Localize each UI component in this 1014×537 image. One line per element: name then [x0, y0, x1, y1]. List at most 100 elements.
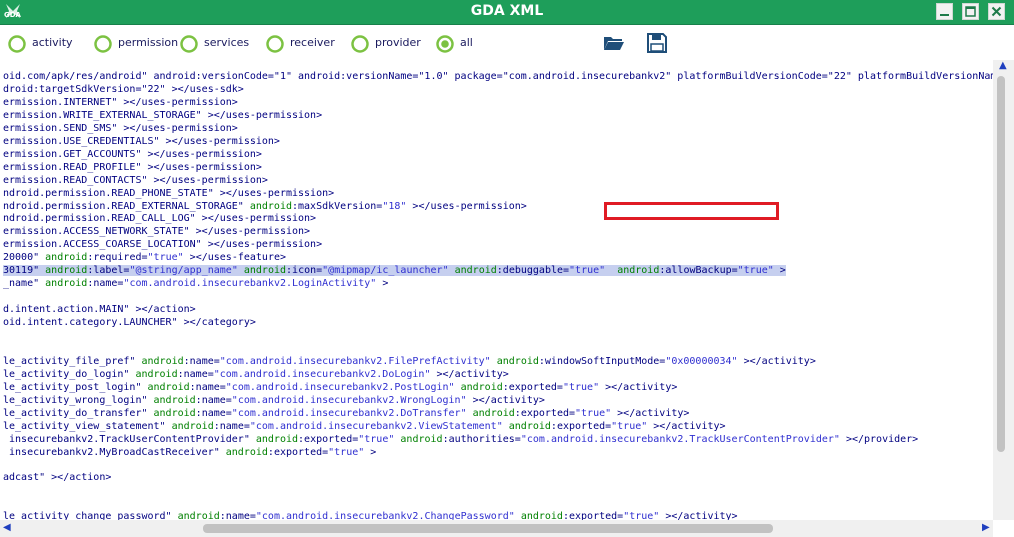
xml-token: :exported= — [550, 420, 612, 432]
maximize-button[interactable] — [962, 3, 979, 20]
filter-radio-permission[interactable]: permission — [94, 35, 180, 53]
xml-line: _name" android:name="com.android.insecur… — [3, 277, 388, 290]
xml-token: android — [225, 446, 268, 458]
floppy-save-icon[interactable] — [646, 33, 668, 53]
xml-line: ermission.ACCESS_NETWORK_STATE" ></uses-… — [3, 225, 310, 238]
minimize-button[interactable] — [936, 3, 953, 20]
horizontal-scrollbar[interactable]: ◀ ▶ — [0, 520, 993, 537]
xml-token: insecurebankv2.MyBroadCastReceiver" — [3, 446, 226, 458]
filter-radio-receiver[interactable]: receiver — [266, 35, 344, 53]
xml-token: :exported= — [502, 381, 563, 393]
xml-token: android — [135, 368, 178, 380]
filter-label: receiver — [290, 36, 335, 49]
scroll-left-arrow-icon[interactable]: ◀ — [3, 522, 11, 533]
filter-radio-all[interactable]: all — [436, 35, 486, 53]
xml-token — [605, 265, 618, 277]
xml-token: :icon= — [286, 265, 323, 277]
xml-token: "com.android.insecurebankv2.PostLogin" — [225, 381, 455, 393]
xml-token: ndroid.permission.READ_PHONE_STATE" ></u… — [3, 187, 335, 199]
xml-line: ermission.SEND_SMS" ></uses-permission> — [3, 122, 238, 135]
xml-token: android — [400, 433, 443, 445]
filter-label: provider — [375, 36, 421, 49]
xml-token: "@mipmap/ic_launcher" — [322, 265, 449, 277]
xml-token: :windowSoftInputMode= — [538, 355, 666, 367]
xml-token: android — [45, 278, 88, 290]
scroll-up-arrow-icon[interactable]: ▲ — [999, 60, 1007, 71]
title-bar: GDA GDA XML — [0, 0, 1014, 25]
xml-token: "@string/app_name" — [129, 265, 238, 277]
radio-icon — [8, 35, 26, 53]
xml-token: :name= — [177, 368, 214, 380]
xml-token: oid.intent.category.LAUNCHER" ></categor… — [3, 317, 256, 329]
xml-token: ></activity> — [647, 420, 726, 432]
xml-token: android — [249, 200, 292, 212]
xml-token: "18" — [382, 200, 407, 212]
filter-label: permission — [118, 36, 179, 49]
xml-line: oid.intent.category.LAUNCHER" ></categor… — [3, 316, 256, 329]
xml-line: le_activity_file_pref" android:name="com… — [3, 355, 816, 368]
xml-token: :maxSdkVersion= — [292, 200, 383, 212]
xml-token: "com.android.insecurebankv2.DoLogin" — [213, 368, 431, 380]
xml-token: le_activity_file_pref" — [3, 355, 142, 367]
xml-line: ermission.ACCESS_COARSE_LOCATION" ></use… — [3, 238, 322, 251]
xml-token: adcast" ></action> — [3, 472, 112, 484]
xml-token: 20000" — [3, 252, 46, 264]
xml-token: "true" — [623, 511, 660, 520]
xml-line: 20000" android:required="true" ></uses-f… — [3, 251, 286, 264]
xml-token: android — [153, 407, 196, 419]
radio-selected-icon — [436, 35, 454, 53]
xml-editor[interactable]: oid.com/apk/res/android" android:version… — [0, 60, 993, 520]
folder-open-icon[interactable] — [603, 33, 625, 53]
xml-token: ermission.WRITE_EXTERNAL_STORAGE" ></use… — [3, 109, 323, 121]
xml-token: :required= — [87, 252, 148, 264]
xml-line: le_activity_do_login" android:name="com.… — [3, 368, 509, 381]
xml-line: d.intent.action.MAIN" ></action> — [3, 303, 196, 316]
xml-token: "true" — [611, 420, 648, 432]
xml-line: oid.com/apk/res/android" android:version… — [3, 70, 993, 83]
xml-token — [237, 265, 244, 277]
xml-token: ermission.SEND_SMS" ></uses-permission> — [3, 122, 238, 134]
xml-token: android — [147, 381, 190, 393]
xml-token: oid.com/apk/res/android" android:version… — [3, 71, 993, 82]
xml-token: :name= — [87, 278, 124, 290]
xml-token: android — [520, 511, 563, 520]
xml-token: ermission.USE_CREDENTIALS" ></uses-permi… — [3, 135, 280, 147]
xml-token: "0x00000034" — [665, 355, 738, 367]
xml-token: ermission.READ_CONTACTS" ></uses-permiss… — [3, 174, 268, 186]
xml-line: le_activity_change_password" android:nam… — [3, 510, 738, 520]
window-title: GDA XML — [470, 3, 544, 19]
xml-line: ndroid.permission.READ_PHONE_STATE" ></u… — [3, 187, 334, 200]
xml-token — [448, 265, 455, 277]
radio-icon — [94, 35, 112, 53]
filter-radio-activity[interactable]: activity — [8, 35, 86, 53]
xml-token: android — [141, 355, 184, 367]
xml-token: ></activity> — [659, 511, 738, 520]
xml-line: le_activity_wrong_login" android:name="c… — [3, 394, 545, 407]
xml-line: insecurebankv2.MyBroadCastReceiver" andr… — [3, 446, 376, 459]
vertical-scroll-thumb[interactable] — [997, 76, 1005, 452]
xml-token: android — [454, 265, 497, 277]
filter-radio-services[interactable]: services — [180, 35, 260, 53]
minimize-icon — [940, 14, 949, 16]
xml-token: insecurebankv2.TrackUserContentProvider" — [3, 433, 256, 445]
filter-radio-provider[interactable]: provider — [351, 35, 431, 53]
xml-token: android — [460, 381, 503, 393]
xml-token: "true" — [737, 265, 774, 277]
xml-line: ndroid.permission.READ_EXTERNAL_STORAGE"… — [3, 200, 527, 213]
xml-token: android — [243, 265, 287, 277]
vertical-scrollbar[interactable]: ▲ — [993, 60, 1014, 520]
xml-token: :name= — [189, 381, 226, 393]
radio-icon — [351, 35, 369, 53]
close-button[interactable] — [988, 3, 1005, 20]
xml-token: ndroid.permission.READ_CALL_LOG" ></uses… — [3, 213, 317, 225]
xml-token: android — [153, 394, 196, 406]
xml-token: :authorities= — [442, 433, 521, 445]
xml-token: :exported= — [267, 446, 329, 458]
horizontal-scroll-thumb[interactable] — [203, 524, 773, 533]
scroll-right-arrow-icon[interactable]: ▶ — [982, 522, 990, 533]
xml-token: android — [177, 511, 220, 520]
xml-token: "true" — [575, 407, 612, 419]
xml-line: ermission.READ_CONTACTS" ></uses-permiss… — [3, 174, 268, 187]
xml-token: :label= — [87, 265, 130, 277]
xml-line: adcast" ></action> — [3, 471, 111, 484]
